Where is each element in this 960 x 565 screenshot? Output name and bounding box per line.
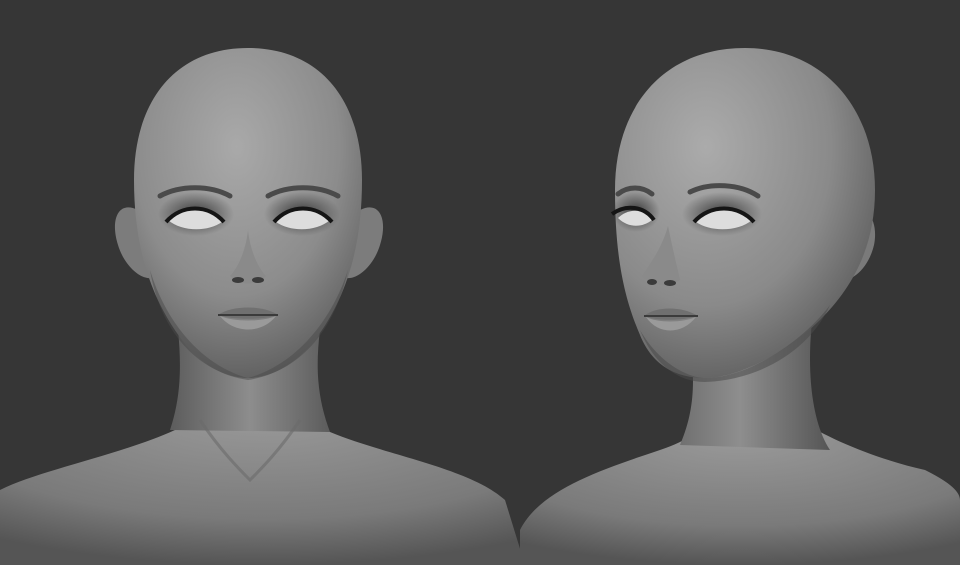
render-scene (0, 0, 960, 565)
